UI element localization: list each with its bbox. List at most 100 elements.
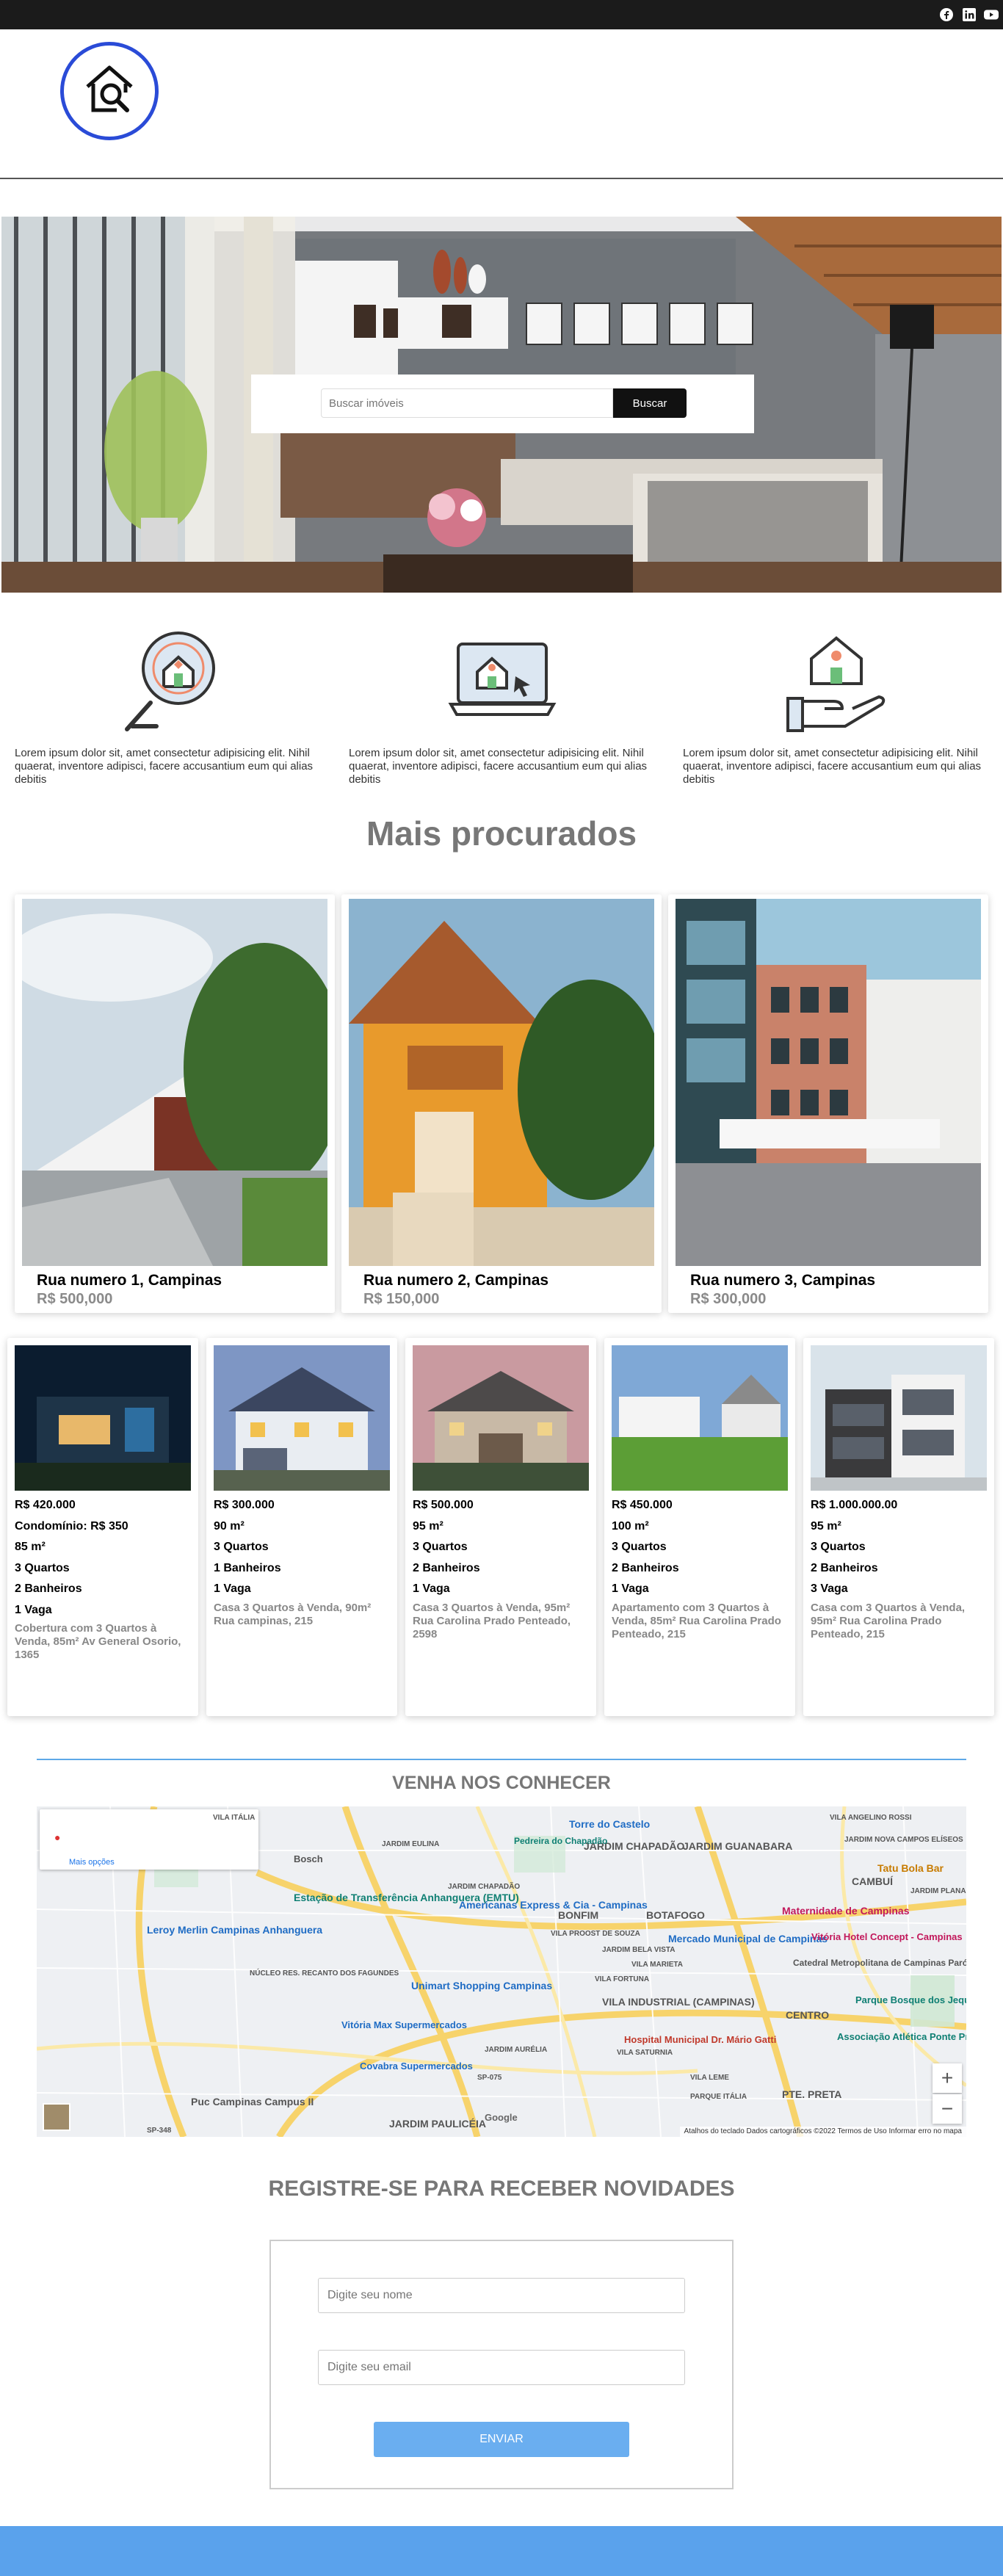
map-label: Leroy Merlin Campinas Anhanguera bbox=[147, 1924, 323, 1936]
map-satellite-toggle[interactable] bbox=[43, 2103, 70, 2131]
map-label: PTE. PRETA bbox=[782, 2088, 842, 2100]
listing-description: Cobertura com 3 Quartos à Venda, 85m² Av… bbox=[15, 1622, 181, 1661]
listing-card-3[interactable]: R$ 500.000 95 m² 3 Quartos 2 Banheiros 1… bbox=[405, 1338, 596, 1716]
header-divider bbox=[0, 178, 1003, 179]
map-label: JARDIM CHAPADÃO bbox=[448, 1883, 521, 1891]
logo[interactable] bbox=[60, 42, 159, 140]
listing-description: Apartamento com 3 Quartos à Venda, 85m² … bbox=[612, 1601, 781, 1640]
map-pin-icon: ● bbox=[54, 1831, 61, 1843]
section-divider bbox=[37, 1759, 966, 1760]
google-logo: Google bbox=[485, 2112, 518, 2123]
featured-card-1-price: R$ 500,000 bbox=[37, 1291, 113, 1307]
listing-card-2-info: R$ 300.000 90 m² 3 Quartos 1 Banheiros 1… bbox=[214, 1495, 393, 1628]
map-label: Pedreira do Chapadão bbox=[514, 1836, 608, 1846]
map-label: BONFIM bbox=[558, 1909, 599, 1921]
search-input[interactable] bbox=[321, 388, 613, 418]
listing-card-4-info: R$ 450.000 100 m² 3 Quartos 2 Banheiros … bbox=[612, 1495, 791, 1641]
map-label: VILA INDUSTRIAL (CAMPINAS) bbox=[602, 1996, 755, 2008]
listing-card-3-image bbox=[413, 1345, 589, 1491]
listing-card-5-image bbox=[811, 1345, 987, 1491]
listing-card-5[interactable]: R$ 1.000.000.00 95 m² 3 Quartos 2 Banhei… bbox=[803, 1338, 994, 1716]
map-label: JARDIM BELA VISTA bbox=[602, 1946, 676, 1954]
map-zoom-in-button[interactable]: + bbox=[933, 2063, 962, 2093]
youtube-icon[interactable] bbox=[984, 7, 999, 22]
listing-description: Casa com 3 Quartos à Venda, 95m² Rua Car… bbox=[811, 1601, 966, 1640]
listing-card-1[interactable]: R$ 420.000 Condomínio: R$ 350 85 m² 3 Qu… bbox=[7, 1338, 198, 1716]
search-box: Buscar bbox=[251, 375, 754, 433]
hand-house-icon bbox=[782, 628, 891, 737]
feature-2: Lorem ipsum dolor sit, amet consectetur … bbox=[349, 628, 657, 786]
listing-card-1-image bbox=[15, 1345, 191, 1491]
listing-parking: 1 Vaga bbox=[15, 1603, 52, 1616]
listing-rooms: 3 Quartos bbox=[15, 1561, 70, 1574]
linkedin-icon[interactable] bbox=[962, 7, 977, 22]
listing-card-3-info: R$ 500.000 95 m² 3 Quartos 2 Banheiros 1… bbox=[413, 1495, 592, 1641]
featured-card-1[interactable]: Rua numero 1, Campinas R$ 500,000 bbox=[15, 894, 335, 1313]
listing-card-5-info: R$ 1.000.000.00 95 m² 3 Quartos 2 Banhei… bbox=[811, 1495, 990, 1641]
listing-card-4[interactable]: R$ 450.000 100 m² 3 Quartos 2 Banheiros … bbox=[604, 1338, 795, 1716]
map-label: PARQUE ITÁLIA bbox=[690, 2093, 747, 2101]
map-label: JARDIM PAULICÉIA bbox=[389, 2118, 486, 2130]
map-label: VILA ITÁLIA bbox=[213, 1814, 256, 1822]
map-label: JARDIM NOVA CAMPOS ELÍSEOS bbox=[844, 1836, 963, 1844]
map-label: CENTRO bbox=[786, 2009, 830, 2021]
listing-parking: 3 Vaga bbox=[811, 1582, 848, 1595]
featured-card-1-street: Rua numero 1, Campinas bbox=[37, 1272, 222, 1289]
listing-baths: 1 Banheiros bbox=[214, 1561, 281, 1574]
map-label: CAMBUÍ bbox=[852, 1875, 893, 1887]
listing-card-2[interactable]: R$ 300.000 90 m² 3 Quartos 1 Banheiros 1… bbox=[206, 1338, 397, 1716]
listing-area: 95 m² bbox=[811, 1519, 841, 1533]
featured-card-2-image bbox=[349, 899, 654, 1266]
map-label: NÚCLEO RES. RECANTO DOS FAGUNDES bbox=[250, 1969, 399, 1978]
most-searched-title: Mais procurados bbox=[366, 814, 637, 853]
map-label: Associação Atlética Ponte Preta (AAPP) bbox=[837, 2031, 966, 2042]
map-label: Tatu Bola Bar bbox=[877, 1862, 944, 1874]
name-input[interactable] bbox=[318, 2278, 685, 2313]
feature-3-text: Lorem ipsum dolor sit, amet consectetur … bbox=[683, 747, 982, 786]
listing-baths: 2 Banheiros bbox=[413, 1561, 480, 1574]
featured-card-2[interactable]: Rua numero 2, Campinas R$ 150,000 bbox=[341, 894, 662, 1313]
map-label: JARDIM PLANALTO bbox=[910, 1887, 966, 1895]
listing-description: Casa 3 Quartos à Venda, 95m² Rua Carolin… bbox=[413, 1601, 571, 1640]
facebook-icon[interactable] bbox=[939, 7, 954, 22]
featured-card-1-image bbox=[22, 899, 327, 1266]
search-button[interactable]: Buscar bbox=[613, 388, 687, 418]
house-search-icon bbox=[79, 59, 140, 124]
feature-1: Lorem ipsum dolor sit, amet consectetur … bbox=[15, 628, 323, 786]
listing-area: 100 m² bbox=[612, 1519, 649, 1533]
map-label: SP-348 bbox=[147, 2127, 172, 2135]
map-more-options-link[interactable]: Mais opções bbox=[69, 1858, 115, 1867]
visit-title: VENHA NOS CONHECER bbox=[392, 1773, 611, 1793]
listing-card-2-image bbox=[214, 1345, 390, 1491]
listing-baths: 2 Banheiros bbox=[15, 1582, 82, 1595]
listing-condo-fee: Condomínio: R$ 350 bbox=[15, 1519, 128, 1533]
listing-area: 85 m² bbox=[15, 1541, 46, 1553]
top-bar bbox=[0, 0, 1003, 29]
listing-parking: 1 Vaga bbox=[612, 1582, 649, 1595]
map-label: VILA SATURNIA bbox=[617, 2049, 673, 2057]
listing-area: 95 m² bbox=[413, 1519, 443, 1533]
map-label: JARDIM EULINA bbox=[382, 1840, 440, 1848]
submit-button[interactable]: ENVIAR bbox=[374, 2422, 629, 2457]
location-map[interactable]: ● Mais opções Torre do Castelo JARDIM CH… bbox=[37, 1806, 966, 2137]
feature-3: Lorem ipsum dolor sit, amet consectetur … bbox=[683, 628, 991, 786]
map-label: Americanas Express & Cia - Campinas bbox=[459, 1899, 648, 1911]
map-label: JARDIM AURÉLIA bbox=[485, 2046, 548, 2054]
listing-card-1-info: R$ 420.000 Condomínio: R$ 350 85 m² 3 Qu… bbox=[15, 1495, 194, 1662]
map-label: VILA MARIETA bbox=[631, 1961, 683, 1969]
map-label: Torre do Castelo bbox=[569, 1818, 651, 1830]
listing-baths: 2 Banheiros bbox=[612, 1561, 679, 1574]
email-input[interactable] bbox=[318, 2350, 685, 2385]
listing-price: R$ 420.000 bbox=[15, 1499, 76, 1511]
map-label: Bosch bbox=[294, 1853, 323, 1864]
map-label: Vitória Max Supermercados bbox=[341, 2019, 467, 2030]
featured-card-2-price: R$ 150,000 bbox=[363, 1291, 440, 1307]
listing-rooms: 3 Quartos bbox=[612, 1541, 667, 1553]
feature-2-text: Lorem ipsum dolor sit, amet consectetur … bbox=[349, 747, 648, 786]
featured-card-3[interactable]: Rua numero 3, Campinas R$ 300,000 bbox=[668, 894, 988, 1313]
register-form: ENVIAR bbox=[269, 2240, 734, 2489]
map-label: SP-075 bbox=[477, 2074, 502, 2082]
map-label: Vitória Hotel Concept - Campinas bbox=[811, 1931, 963, 1942]
map-zoom-out-button[interactable]: − bbox=[933, 2094, 962, 2124]
listing-rooms: 3 Quartos bbox=[413, 1541, 468, 1553]
